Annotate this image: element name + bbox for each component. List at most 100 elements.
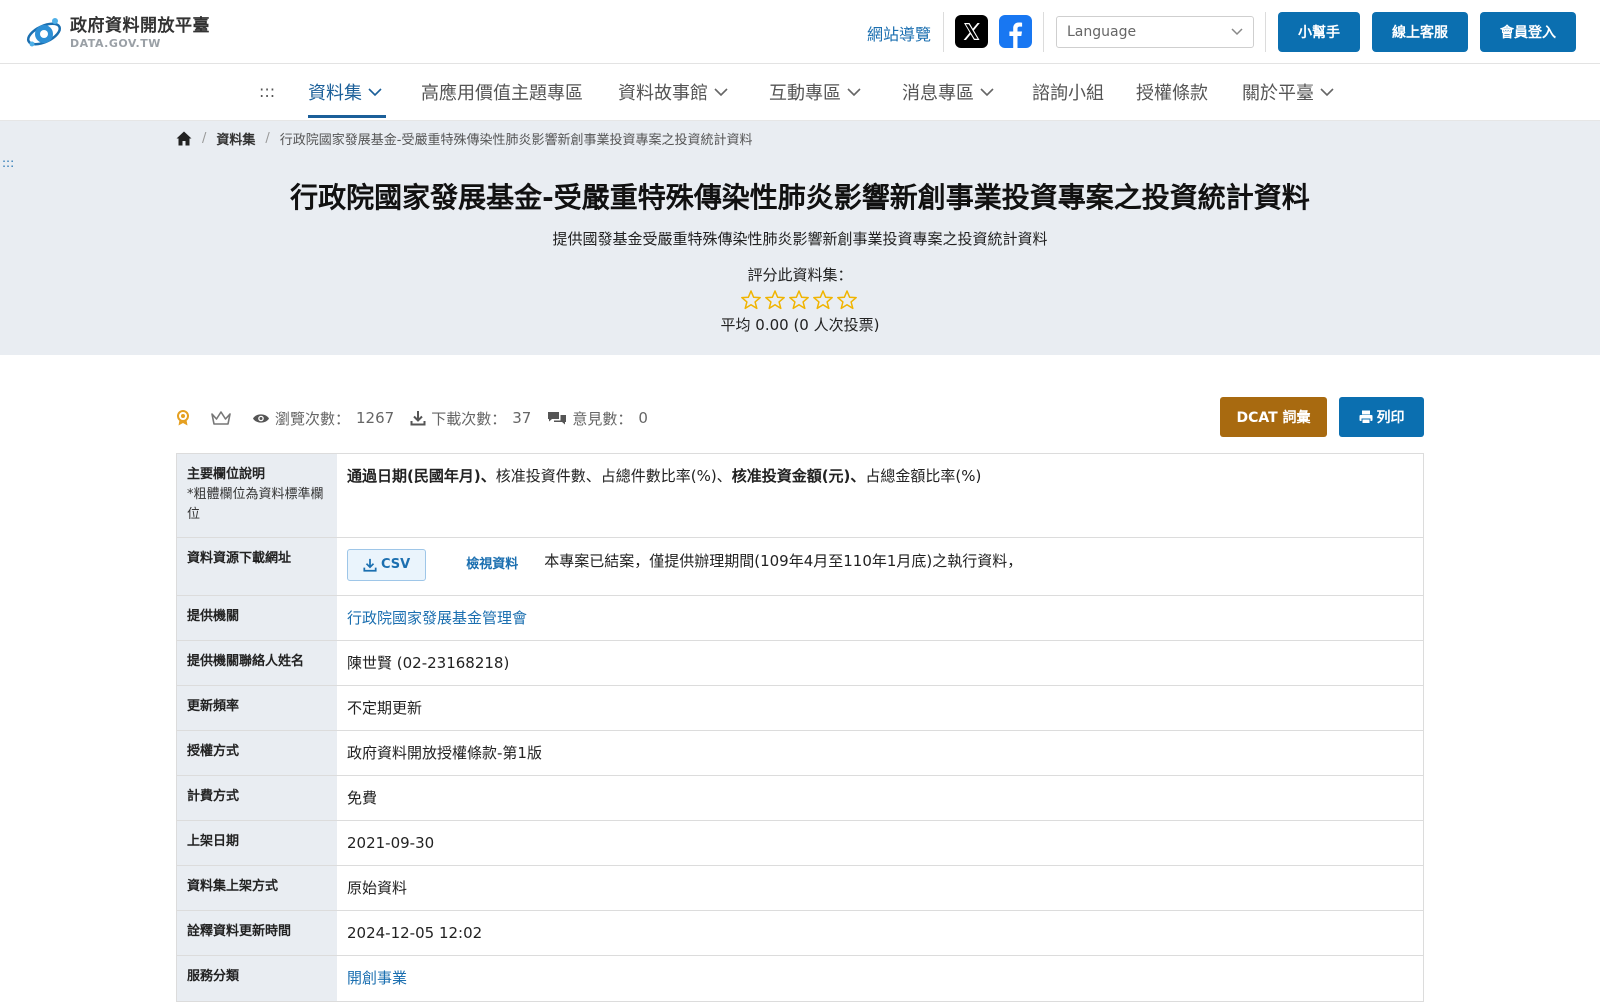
frequency-value: 不定期更新 xyxy=(347,699,423,717)
row-category: 服務分類 開創事業 xyxy=(177,956,1423,1001)
star-icon[interactable] xyxy=(763,289,787,311)
accesskey-content[interactable]: ::: xyxy=(2,156,14,170)
nav-item-news[interactable]: 消息專區 xyxy=(902,80,994,104)
nav-item-label: 資料集 xyxy=(308,83,362,104)
breadcrumb-datasets[interactable]: 資料集 xyxy=(216,129,255,148)
rating-average: 平均 0.00 (0 人次投票) xyxy=(720,316,880,334)
row-meta-updated: 詮釋資料更新時間 2024-12-05 12:02 xyxy=(177,911,1423,956)
method-value: 原始資料 xyxy=(347,879,408,897)
category-value: 開創事業 xyxy=(337,956,1423,1001)
row-label: 資料資源下載網址 xyxy=(177,538,337,595)
facebook-icon[interactable] xyxy=(999,15,1032,48)
row-provider: 提供機關 行政院國家發展基金管理會 xyxy=(177,596,1423,641)
logo-title: 政府資料開放平臺 xyxy=(70,15,210,36)
chevron-down-icon xyxy=(847,87,861,96)
dataset-hero: / 資料集 / 行政院國家發展基金-受嚴重特殊傳染性肺炎影響新創事業投資專案之投… xyxy=(0,121,1600,355)
comments-label: 意見數： xyxy=(572,409,633,428)
row-label: 更新頻率 xyxy=(177,686,337,730)
print-button[interactable]: 列印 xyxy=(1339,397,1424,437)
logo-icon xyxy=(26,18,62,47)
accesskey-nav[interactable]: ::: xyxy=(259,82,275,101)
stat-crown xyxy=(211,410,236,426)
x-logo-glyph xyxy=(963,23,980,40)
chevron-down-icon xyxy=(714,87,728,96)
eye-icon xyxy=(253,413,269,423)
field-part: 核准投資件數、占總件數比率(%)、 xyxy=(495,467,732,485)
medal-icon xyxy=(177,410,189,426)
download-icon xyxy=(410,411,426,426)
nav-active-underline xyxy=(308,115,386,118)
star-icon[interactable] xyxy=(811,289,835,311)
downloads-count: 37 xyxy=(512,409,532,427)
downloads-label: 下載次數： xyxy=(431,409,507,428)
facebook-logo-glyph xyxy=(1009,22,1023,48)
field-part: 通過日期(民國年月)、 xyxy=(347,467,496,485)
row-published: 上架日期 2021-09-30 xyxy=(177,821,1423,866)
main-fields-value: 通過日期(民國年月)、核准投資件數、占總件數比率(%)、核准投資金額(元)、占總… xyxy=(337,454,1423,537)
comments-icon xyxy=(548,412,567,425)
category-link[interactable]: 開創事業 xyxy=(347,967,407,989)
view-data-link[interactable]: 檢視資料 xyxy=(466,549,518,581)
nav-item-label: 互動專區 xyxy=(769,83,841,104)
breadcrumb-separator: / xyxy=(265,131,270,146)
nav-item-about[interactable]: 關於平臺 xyxy=(1242,80,1334,104)
nav-item-high-value[interactable]: 高應用價值主題專區 xyxy=(421,80,583,104)
meta-updated-value: 2024-12-05 12:02 xyxy=(347,924,483,942)
provider-value: 行政院國家發展基金管理會 xyxy=(337,596,1423,640)
row-label: 主要欄位說明 *粗體欄位為資料標準欄位 xyxy=(177,454,337,537)
stat-views: 瀏覽次數： 1267 xyxy=(252,408,394,429)
chevron-down-icon xyxy=(368,87,382,96)
language-select[interactable]: Language xyxy=(1056,16,1254,48)
rating-stars[interactable] xyxy=(739,289,859,311)
breadcrumb-current: 行政院國家發展基金-受嚴重特殊傳染性肺炎影響新創事業投資專案之投資統計資料 xyxy=(279,133,753,148)
star-icon[interactable] xyxy=(787,289,811,311)
dcat-button[interactable]: DCAT 詞彙 xyxy=(1220,397,1327,437)
helper-button[interactable]: 小幫手 xyxy=(1278,12,1360,52)
dataset-stats: 瀏覽次數： 1267 下載次數： 37 意見數： 0 xyxy=(176,408,664,428)
nav-item-interactive[interactable]: 互動專區 xyxy=(769,80,861,104)
views-label: 瀏覽次數： xyxy=(275,409,351,428)
download-note: 本專案已結案，僅提供辦理期間(109年4月至110年1月底)之執行資料， xyxy=(544,552,1023,570)
nav-item-datasets[interactable]: 資料集 xyxy=(308,80,382,104)
x-twitter-icon[interactable] xyxy=(955,15,988,48)
dataset-description: 提供國發基金受嚴重特殊傳染性肺炎影響新創事業投資專案之投資統計資料 xyxy=(552,230,1048,248)
nav-item-label: 關於平臺 xyxy=(1242,83,1314,104)
fee-value: 免費 xyxy=(347,789,378,807)
crown-icon xyxy=(211,410,231,425)
field-part: 核准投資金額(元)、 xyxy=(731,467,866,485)
main-fields-note: *粗體欄位為資料標準欄位 xyxy=(187,487,324,522)
csv-download-button[interactable]: CSV xyxy=(347,549,427,581)
comments-count: 0 xyxy=(638,409,648,427)
dataset-metadata-table: 主要欄位說明 *粗體欄位為資料標準欄位 通過日期(民國年月)、核准投資件數、占總… xyxy=(176,453,1424,1002)
row-main-fields: 主要欄位說明 *粗體欄位為資料標準欄位 通過日期(民國年月)、核准投資件數、占總… xyxy=(177,454,1423,538)
chevron-down-icon xyxy=(1320,87,1334,96)
sitemap-link[interactable]: 網站導覽 xyxy=(867,21,931,45)
site-logo[interactable]: 政府資料開放平臺 DATA.GOV.TW xyxy=(24,12,210,52)
row-label: 資料集上架方式 xyxy=(177,866,337,910)
nav-item-stories[interactable]: 資料故事館 xyxy=(618,80,728,104)
stat-comments: 意見數： 0 xyxy=(547,408,648,429)
published-value: 2021-09-30 xyxy=(347,834,435,852)
online-support-button[interactable]: 線上客服 xyxy=(1372,12,1468,52)
print-icon xyxy=(1359,410,1372,424)
member-login-button[interactable]: 會員登入 xyxy=(1480,12,1576,52)
nav-item-license[interactable]: 授權條款 xyxy=(1136,80,1208,104)
star-icon[interactable] xyxy=(739,289,763,311)
print-button-label: 列印 xyxy=(1376,410,1405,426)
chevron-down-icon xyxy=(1231,28,1243,36)
row-fee: 計費方式 免費 xyxy=(177,776,1423,821)
language-select-label: Language xyxy=(1067,24,1137,40)
row-download: 資料資源下載網址 CSV 檢視資料 本專案已結案，僅提供辦理期間(109年4月至… xyxy=(177,538,1423,596)
nav-item-label: 高應用價值主題專區 xyxy=(421,83,583,104)
home-icon[interactable] xyxy=(176,131,192,146)
header-divider xyxy=(943,12,944,52)
provider-link[interactable]: 行政院國家發展基金管理會 xyxy=(347,607,527,629)
main-fields-label: 主要欄位說明 xyxy=(187,467,266,482)
row-label: 服務分類 xyxy=(177,956,337,1001)
stat-downloads: 下載次數： 37 xyxy=(410,408,531,429)
breadcrumb-separator: / xyxy=(202,131,207,146)
stat-medal xyxy=(176,410,195,426)
star-icon[interactable] xyxy=(835,289,859,311)
field-part: 占總金額比率(%) xyxy=(865,467,982,485)
nav-item-advisory[interactable]: 諮詢小組 xyxy=(1032,80,1104,104)
